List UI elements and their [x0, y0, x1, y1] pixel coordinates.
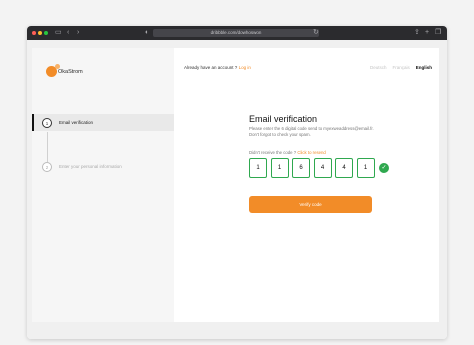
- language-switcher: Deutsch Français English: [370, 65, 432, 70]
- main-panel: [174, 48, 439, 322]
- minimize-window-icon[interactable]: [38, 31, 42, 35]
- browser-window: ▭ ‹ › ◐ dribbble.com/dowhoswon ↻ ⇪ + ❐: [27, 26, 447, 339]
- share-icon[interactable]: ⇪: [414, 29, 420, 37]
- language-english[interactable]: English: [416, 65, 432, 70]
- sidebar-toggle-icon[interactable]: ▭: [55, 29, 62, 37]
- close-window-icon[interactable]: [32, 31, 36, 35]
- tabs-overview-icon[interactable]: ❐: [435, 29, 441, 37]
- instructions-line-2: Don't forgot to check your spam.: [249, 132, 311, 137]
- resend-link[interactable]: Click to resend: [297, 150, 325, 155]
- step-personal-info[interactable]: 2 Enter your personal information: [32, 158, 174, 175]
- code-digit-input[interactable]: 4: [313, 158, 332, 178]
- browser-titlebar: ▭ ‹ › ◐ dribbble.com/dowhoswon ↻ ⇪ + ❐: [27, 26, 447, 40]
- account-text: Already have an account ?: [184, 65, 238, 70]
- code-inputs: 1 1 6 4 4 1 ✓: [249, 158, 389, 178]
- back-arrow-icon[interactable]: ‹: [67, 29, 69, 37]
- code-digit-input[interactable]: 6: [292, 158, 310, 178]
- forward-arrow-icon[interactable]: ›: [77, 29, 79, 37]
- code-digit-input[interactable]: 1: [270, 158, 289, 178]
- check-icon: ✓: [379, 163, 389, 173]
- steps-sidebar: [32, 48, 174, 322]
- address-bar[interactable]: dribbble.com/dowhoswon: [153, 29, 319, 37]
- code-digit-input[interactable]: 1: [356, 158, 375, 178]
- language-francais[interactable]: Français: [392, 65, 409, 70]
- new-tab-icon[interactable]: +: [425, 29, 429, 37]
- step-label: Email verification: [59, 120, 94, 125]
- step-number: 2: [42, 161, 52, 172]
- step-number: 1: [42, 117, 52, 128]
- code-digit-input[interactable]: 1: [249, 158, 267, 178]
- step-label: Enter your personal information: [59, 164, 122, 169]
- resend-text: Didn't receive the code ?: [249, 150, 297, 155]
- page-content: [27, 40, 447, 339]
- code-digit-input[interactable]: 4: [335, 158, 353, 178]
- resend-prompt: Didn't receive the code ? Click to resen…: [249, 150, 326, 155]
- language-deutsch[interactable]: Deutsch: [370, 65, 387, 70]
- page-title: Email verification: [249, 114, 318, 124]
- reload-icon[interactable]: ↻: [313, 29, 319, 37]
- verify-code-button[interactable]: Verify code: [249, 196, 372, 213]
- verification-instructions: Please enter the 6 digital code send to …: [249, 126, 374, 138]
- brand-name: OkaStrom: [58, 69, 83, 75]
- step-email-verification[interactable]: 1 Email verification: [32, 114, 174, 131]
- shield-icon[interactable]: ◐: [145, 29, 149, 37]
- maximize-window-icon[interactable]: [44, 31, 48, 35]
- login-link[interactable]: Log in: [239, 65, 251, 70]
- account-prompt: Already have an account ? Log in: [184, 65, 251, 70]
